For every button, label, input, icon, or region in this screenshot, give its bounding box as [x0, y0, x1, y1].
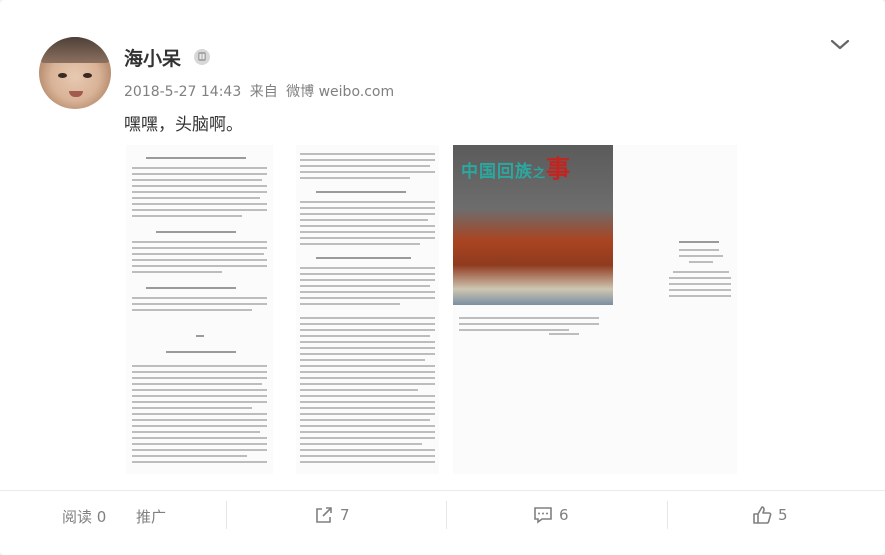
avatar[interactable] [39, 37, 111, 109]
source-prefix: 来自 [249, 84, 278, 100]
like-icon [753, 506, 772, 524]
repost-button[interactable]: 7 [314, 506, 350, 524]
book-page-2 [296, 145, 439, 474]
read-count: 阅读 0 [62, 508, 107, 526]
cover-title: 中国回族之事 [461, 155, 572, 183]
book-page-1 [126, 145, 273, 474]
post-meta: 2018-5-27 14:43 来自 微博 weibo.com [124, 81, 398, 101]
book-cover-image: 中国回族之事 [453, 145, 613, 305]
post-text: 嘿嘿，头脑啊。 [124, 115, 243, 135]
post-timestamp[interactable]: 2018-5-27 14:43 [124, 84, 241, 100]
promote-button[interactable]: 推广 [136, 506, 166, 527]
user-name[interactable]: 海小呆 [124, 44, 181, 71]
chevron-down-icon[interactable] [829, 36, 851, 52]
post-action-bar: 阅读 0 推广 7 6 5 [0, 490, 885, 541]
post-image[interactable]: 中国回族之事 [126, 145, 737, 474]
book-cover-page: 中国回族之事 [453, 145, 613, 474]
vip-badge-icon [194, 49, 210, 65]
like-button[interactable]: 5 [752, 506, 788, 524]
repost-icon [316, 507, 332, 523]
comment-button[interactable]: 6 [533, 506, 569, 524]
comment-icon [534, 507, 552, 524]
source-app[interactable]: 微博 weibo.com [286, 84, 394, 100]
book-colophon-page [613, 145, 737, 474]
weibo-post-card: 海小呆 2018-5-27 14:43 来自 微博 weibo.com 嘿嘿，头… [0, 0, 885, 555]
